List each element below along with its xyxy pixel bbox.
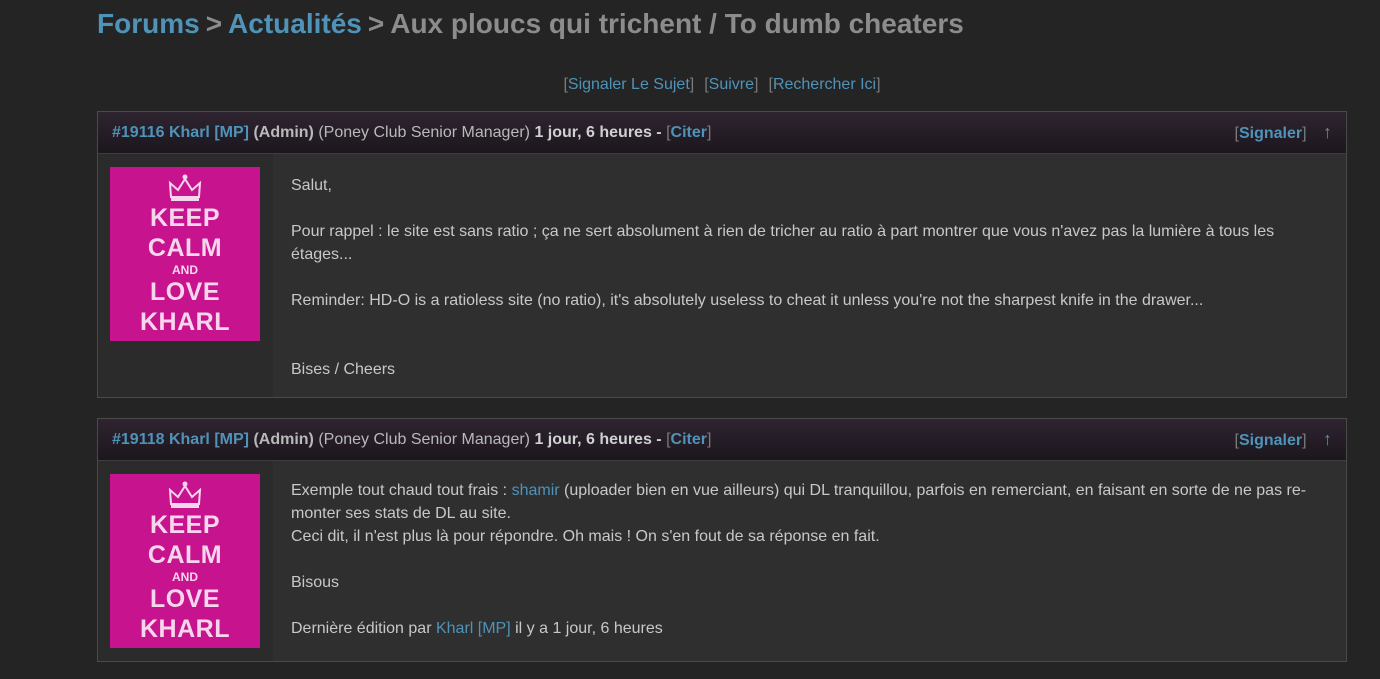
crown-icon [168,174,202,201]
post-body: KEEP CALM AND LOVE KHARL Salut, Pour rap… [98,154,1346,397]
crown-icon [168,481,202,508]
post-time: 1 jour, 6 heures - [534,430,662,448]
post-tools: [Signaler] ↑ [1234,122,1333,142]
avatar-text: CALM [147,541,223,569]
avatar[interactable]: KEEP CALM AND LOVE KHARL [110,167,260,341]
search-here-link[interactable]: Rechercher Ici [773,76,876,93]
post-paragraph: Bises / Cheers [291,361,396,378]
avatar-text: CALM [147,234,223,262]
quote-link[interactable]: Citer [671,124,707,141]
post-content: Exemple tout chaud tout frais : shamir (… [273,461,1346,661]
avatar-text: KHARL [140,308,230,336]
post-tools: [Signaler] ↑ [1234,429,1333,449]
report-post-link[interactable]: Signaler [1239,432,1302,449]
scroll-top-arrow-icon[interactable]: ↑ [1323,429,1332,449]
avatar[interactable]: KEEP CALM AND LOVE KHARL [110,474,260,648]
post-paragraph: Ceci dit, il n'est plus là pour répondre… [291,528,880,545]
page-title: Aux ploucs qui trichent / To dumb cheate… [390,8,964,39]
author-title: (Poney Club Senior Manager) [318,123,530,141]
forum-post: #19116 Kharl [MP] (Admin) (Poney Club Se… [97,111,1347,398]
post-id-link[interactable]: #19116 [112,124,165,141]
avatar-text: KEEP [149,511,221,539]
post-paragraph [291,594,1328,617]
avatar-text: KHARL [140,615,230,643]
forum-post: #19118 Kharl [MP] (Admin) (Poney Club Se… [97,418,1347,662]
author-role: (Admin) [253,430,314,448]
editor-link[interactable]: Kharl [MP] [436,620,511,637]
post-paragraph: Pour rappel : le site est sans ratio ; ç… [291,223,1275,263]
post-paragraph: Salut, [291,177,332,194]
post-header: #19118 Kharl [MP] (Admin) (Poney Club Se… [98,419,1346,461]
avatar-text: AND [172,570,198,584]
avatar-text: LOVE [149,585,221,613]
post-meta: #19116 Kharl [MP] (Admin) (Poney Club Se… [112,123,712,141]
author-link[interactable]: Kharl [169,124,210,141]
pm-link[interactable]: [MP] [214,124,249,141]
breadcrumb-category[interactable]: Actualités [228,8,362,39]
quote-link[interactable]: Citer [671,431,707,448]
breadcrumb-separator: > [205,8,223,39]
avatar-column: KEEP CALM AND LOVE KHARL [98,154,273,397]
post-paragraph [291,197,1328,220]
author-title: (Poney Club Senior Manager) [318,430,530,448]
report-post-link[interactable]: Signaler [1239,125,1302,142]
post-paragraph [291,312,1328,335]
post-paragraph [291,548,1328,571]
post-meta: #19118 Kharl [MP] (Admin) (Poney Club Se… [112,430,712,448]
user-link[interactable]: shamir [512,482,560,499]
post-paragraph [291,266,1328,289]
post-content: Salut, Pour rappel : le site est sans ra… [273,154,1346,397]
scroll-top-arrow-icon[interactable]: ↑ [1323,122,1332,142]
post-header: #19116 Kharl [MP] (Admin) (Poney Club Se… [98,112,1346,154]
follow-link[interactable]: Suivre [709,76,754,93]
post-paragraph: Exemple tout chaud tout frais : shamir (… [291,482,1307,522]
author-link[interactable]: Kharl [169,431,210,448]
avatar-text: LOVE [149,278,221,306]
report-topic-link[interactable]: Signaler Le Sujet [568,76,690,93]
topic-actions: [Signaler Le Sujet] [Suivre] [Rechercher I… [563,76,881,93]
author-role: (Admin) [253,123,314,141]
avatar-text: KEEP [149,204,221,232]
post-paragraph: Reminder: HD-O is a ratioless site (no r… [291,292,1204,309]
breadcrumb-forums[interactable]: Forums [97,8,200,39]
breadcrumb: Forums > Actualités > Aux ploucs qui trichen… [97,8,964,40]
post-paragraph [291,335,1328,358]
avatar-text: AND [172,263,198,277]
post-id-link[interactable]: #19118 [112,431,165,448]
post-time: 1 jour, 6 heures - [534,123,662,141]
breadcrumb-separator: > [367,8,385,39]
pm-link[interactable]: [MP] [214,431,249,448]
post-body: KEEP CALM AND LOVE KHARL Exemple tout ch… [98,461,1346,661]
avatar-column: KEEP CALM AND LOVE KHARL [98,461,273,661]
post-paragraph: Bisous [291,574,340,591]
edit-note: Dernière édition par Kharl [MP] il y a 1… [291,620,663,637]
